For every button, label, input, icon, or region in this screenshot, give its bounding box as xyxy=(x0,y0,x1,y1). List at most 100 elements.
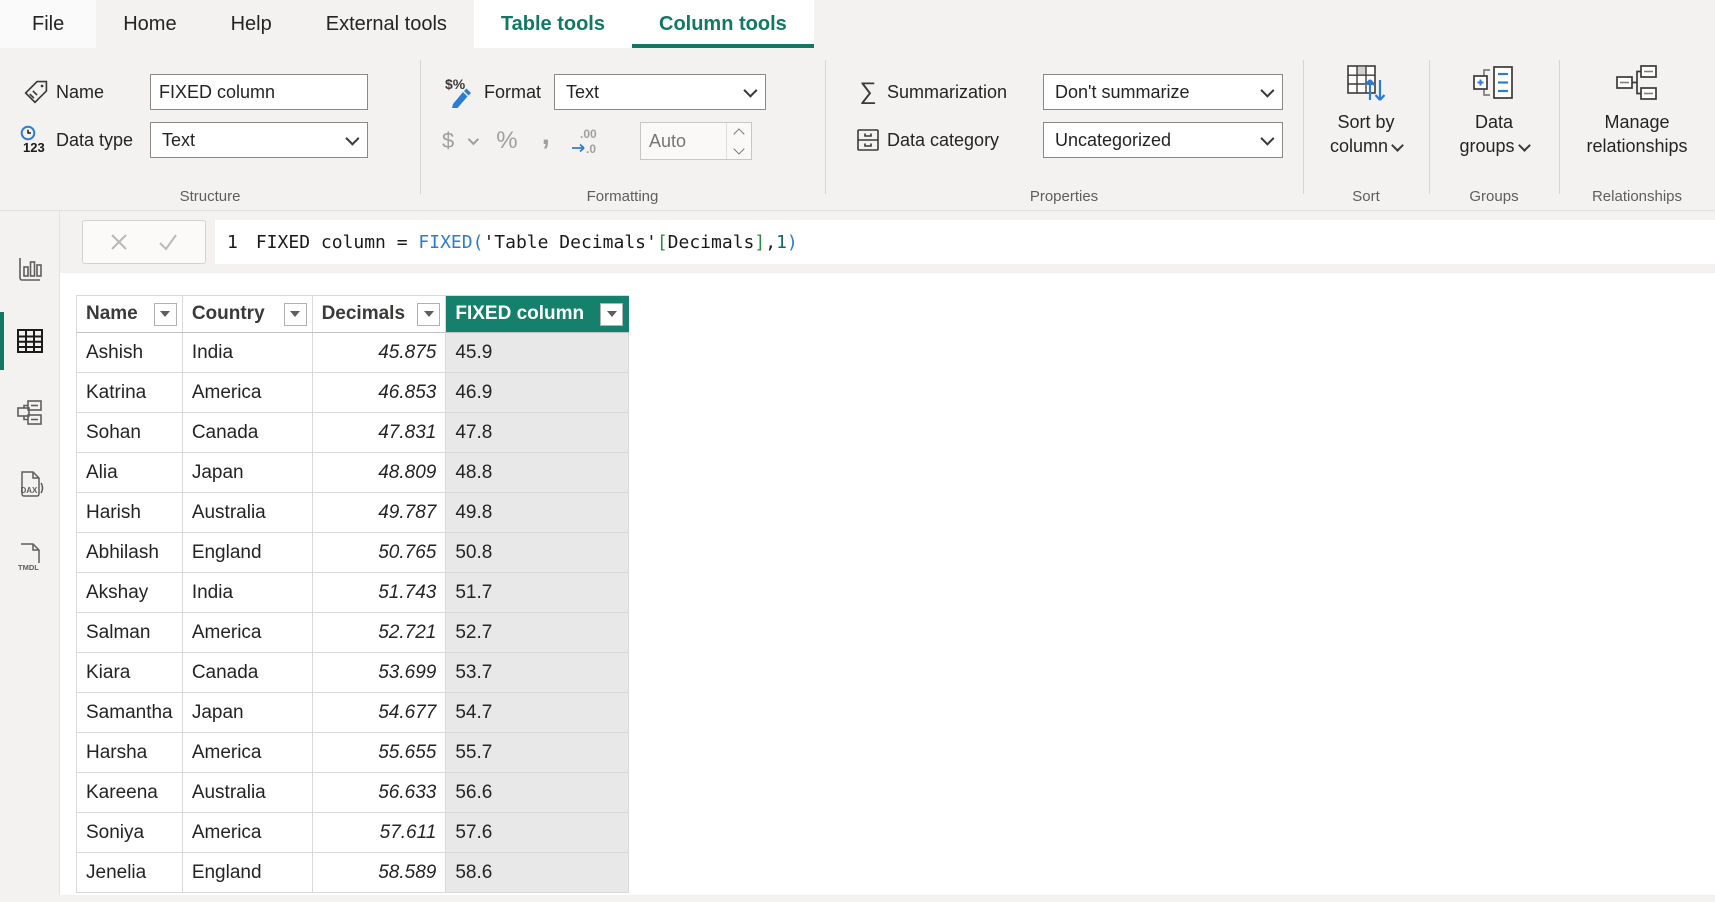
table-cell: 53.699 xyxy=(313,653,447,692)
table-cell: 46.9 xyxy=(446,373,629,412)
name-tag-icon xyxy=(14,79,56,106)
table-cell: America xyxy=(183,733,313,772)
summarization-label: Summarization xyxy=(887,82,1043,103)
table-cell: 47.8 xyxy=(446,413,629,452)
filter-dropdown-button[interactable] xyxy=(284,303,307,326)
spinner-down-icon[interactable] xyxy=(733,143,744,154)
summarization-sigma-icon: ∑ xyxy=(849,78,887,106)
data-type-label: Data type xyxy=(56,130,150,151)
group-label-groups: Groups xyxy=(1429,188,1559,205)
formula-token: 1 xyxy=(776,232,787,253)
thousands-separator-button[interactable]: , xyxy=(542,130,550,140)
table-row: KareenaAustralia56.63356.6 xyxy=(76,773,629,813)
spinner-up-icon[interactable] xyxy=(733,128,744,139)
table-cell: America xyxy=(183,813,313,852)
table-row: AbhilashEngland50.76550.8 xyxy=(76,533,629,573)
column-tools-ribbon: Name 123 Data type Text Structure xyxy=(0,48,1715,211)
column-name-input[interactable] xyxy=(150,74,368,110)
cancel-formula-icon[interactable] xyxy=(108,231,130,253)
table-row: AkshayIndia51.74351.7 xyxy=(76,573,629,613)
summarization-dropdown[interactable]: Don't summarize xyxy=(1043,74,1283,110)
formula-commit-buttons xyxy=(82,220,206,264)
sidebar-item-tmdl-view[interactable]: TMDL xyxy=(0,521,59,593)
table-cell: 49.8 xyxy=(446,493,629,532)
commit-formula-icon[interactable] xyxy=(156,231,180,253)
column-header-country[interactable]: Country xyxy=(183,296,313,332)
sidebar-item-report-view[interactable] xyxy=(0,233,59,305)
tab-table-tools[interactable]: Table tools xyxy=(474,0,632,48)
data-groups-icon xyxy=(1472,64,1516,104)
table-cell: Alia xyxy=(77,453,183,492)
formula-token: ] xyxy=(754,232,765,253)
chevron-down-icon xyxy=(345,132,359,146)
filter-triangle-icon xyxy=(607,311,617,317)
currency-format-button[interactable]: $ xyxy=(442,128,454,154)
group-label-properties: Properties xyxy=(825,188,1303,205)
chevron-down-icon xyxy=(743,84,757,98)
group-label-relationships: Relationships xyxy=(1559,188,1715,205)
sidebar-item-table-view[interactable] xyxy=(0,305,59,377)
manage-relationships-icon xyxy=(1615,64,1659,104)
tab-file[interactable]: File xyxy=(0,0,96,48)
format-dropdown[interactable]: Text xyxy=(554,74,766,110)
table-view-icon xyxy=(15,326,45,356)
ribbon-group-formatting: $% Format Text $ % , .00 xyxy=(420,48,825,210)
manage-relationships-button[interactable]: Manage relationships xyxy=(1559,48,1715,210)
decimal-places-icon[interactable]: .00 .0 xyxy=(570,126,604,156)
filter-triangle-icon xyxy=(424,311,434,317)
table-cell: 45.875 xyxy=(313,333,447,372)
ribbon-group-structure: Name 123 Data type Text Structure xyxy=(0,48,420,210)
filter-dropdown-button[interactable] xyxy=(417,303,440,326)
sort-by-column-button[interactable]: Sort by column xyxy=(1303,48,1429,210)
tab-help[interactable]: Help xyxy=(204,0,299,48)
formula-bar: 1 FIXED column = FIXED('Table Decimals'[… xyxy=(60,211,1715,273)
table-cell: Australia xyxy=(183,493,313,532)
ribbon-tab-bar: File Home Help External tools Table tool… xyxy=(0,0,1715,48)
ribbon-group-relationships: Manage relationships Relationships xyxy=(1559,48,1715,210)
table-cell: Sohan xyxy=(77,413,183,452)
decimal-places-input[interactable] xyxy=(641,123,726,159)
table-cell: America xyxy=(183,373,313,412)
table-cell: 56.633 xyxy=(313,773,447,812)
format-icon: $% xyxy=(438,75,484,109)
column-header-fixed-column[interactable]: FIXED column xyxy=(446,296,629,332)
percent-format-button[interactable]: % xyxy=(496,127,517,155)
table-cell: 58.6 xyxy=(446,853,629,892)
data-type-dropdown[interactable]: Text xyxy=(150,122,368,158)
table-row: SalmanAmerica52.72152.7 xyxy=(76,613,629,653)
column-header-decimals[interactable]: Decimals xyxy=(313,296,447,332)
table-row: HarishAustralia49.78749.8 xyxy=(76,493,629,533)
table-cell: 52.7 xyxy=(446,613,629,652)
table-cell: 50.765 xyxy=(313,533,447,572)
column-header-name[interactable]: Name xyxy=(77,296,183,332)
bottom-edge-strip xyxy=(0,895,1715,902)
table-cell: Harsha xyxy=(77,733,183,772)
table-cell: 55.655 xyxy=(313,733,447,772)
data-category-icon xyxy=(849,128,887,152)
svg-text:.0: .0 xyxy=(586,142,596,156)
table-cell: Harish xyxy=(77,493,183,532)
sidebar-item-model-view[interactable] xyxy=(0,377,59,449)
tab-home[interactable]: Home xyxy=(96,0,203,48)
table-cell: America xyxy=(183,613,313,652)
svg-text:$%: $% xyxy=(445,76,466,92)
table-cell: 46.853 xyxy=(313,373,447,412)
formula-line-number: 1 xyxy=(227,232,238,253)
svg-text:123: 123 xyxy=(23,140,45,155)
ribbon-group-sort: Sort by column Sort xyxy=(1303,48,1429,210)
format-label: Format xyxy=(484,82,554,103)
filter-dropdown-button[interactable] xyxy=(600,303,623,326)
data-category-value: Uncategorized xyxy=(1055,130,1171,151)
chevron-down-icon xyxy=(1391,139,1404,152)
tab-external-tools[interactable]: External tools xyxy=(299,0,474,48)
data-table: Name Country Decimals FIXED column Ashis… xyxy=(76,295,629,893)
table-cell: Japan xyxy=(183,693,313,732)
dax-formula-input[interactable]: 1 FIXED column = FIXED('Table Decimals'[… xyxy=(215,220,1715,264)
table-cell: 53.7 xyxy=(446,653,629,692)
data-category-dropdown[interactable]: Uncategorized xyxy=(1043,122,1283,158)
formula-token: , xyxy=(765,232,776,253)
data-groups-button[interactable]: Data groups xyxy=(1429,48,1559,210)
sidebar-item-dax-query-view[interactable]: DAX xyxy=(0,449,59,521)
filter-dropdown-button[interactable] xyxy=(154,303,177,326)
tab-column-tools[interactable]: Column tools xyxy=(632,0,814,48)
